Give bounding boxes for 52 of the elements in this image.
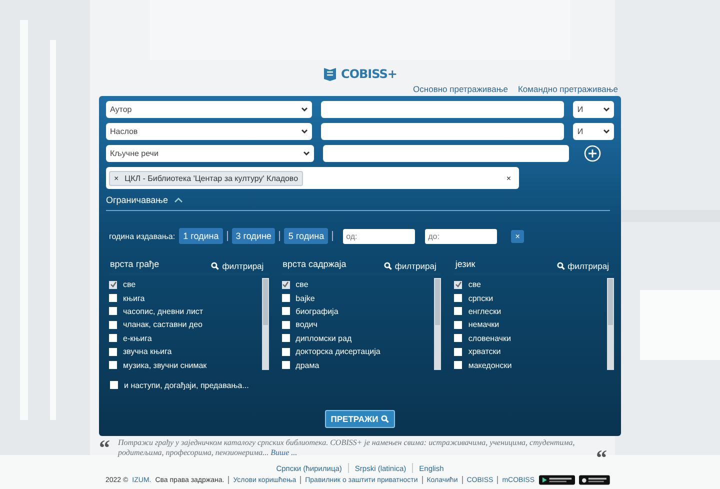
field-select[interactable]: Кључне речи bbox=[106, 145, 314, 162]
option-label: књига bbox=[123, 294, 145, 303]
option-label: словеначки bbox=[468, 334, 511, 343]
option-label: српски bbox=[468, 294, 494, 303]
filter-title: врста грађе bbox=[110, 259, 160, 271]
library-field[interactable]: × ЦКЛ - Библиотека 'Центар за културу' Кладово × bbox=[106, 167, 519, 189]
intro-text: Потражи грађу у заједничком каталогу српских библиотека. COBISS+ је намењен свима: истраживачима, ученицима, студентима, родитељима, професорима, пензионерима... Више ... bbox=[118, 438, 576, 458]
option-label: часопис, дневни лист bbox=[123, 306, 204, 316]
more-link[interactable]: Више ... bbox=[270, 448, 298, 457]
operator-select[interactable]: И bbox=[573, 123, 614, 140]
logo-wordmark: COBISS+ bbox=[341, 67, 397, 81]
option-label: чланак, саставни део bbox=[123, 320, 202, 330]
option-label: звучна књига bbox=[123, 347, 172, 356]
quote-mark: “ bbox=[596, 448, 607, 468]
year-range-button[interactable]: 1 година bbox=[179, 228, 223, 244]
option-label: bajke bbox=[296, 294, 315, 303]
operator-select[interactable]: И bbox=[573, 101, 614, 118]
filter-title: језик bbox=[455, 259, 476, 271]
year-from-field[interactable]: од: bbox=[343, 228, 416, 244]
library-chip: × ЦКЛ - Библиотека 'Центар за културу' Кладово bbox=[109, 170, 304, 186]
clear-years-button[interactable]: × bbox=[511, 230, 524, 242]
option-label: македонски bbox=[468, 360, 512, 370]
option-label: биографија bbox=[296, 306, 338, 316]
quote-mark: “ bbox=[99, 438, 110, 458]
option-label: све bbox=[296, 280, 308, 290]
year-label: година издавања: bbox=[109, 232, 176, 240]
option-label: е-књига bbox=[123, 334, 152, 343]
clear-button[interactable]: × bbox=[506, 174, 511, 182]
search-mode-link[interactable]: Основно претраживање bbox=[413, 84, 508, 94]
filter-title: врста садржаја bbox=[282, 259, 346, 271]
search-mode-link[interactable]: Командно претраживање bbox=[518, 84, 618, 94]
option-label: дипломски рад bbox=[296, 334, 352, 343]
year-to-field[interactable]: до: bbox=[425, 228, 498, 244]
option-label: и наступи, догађаји, предавања... bbox=[124, 380, 249, 390]
option-label: немачки bbox=[468, 320, 500, 330]
option-label: докторска дисертација bbox=[296, 347, 380, 356]
option-label: енглески bbox=[468, 306, 502, 316]
year-range-button[interactable]: 5 година bbox=[284, 228, 328, 244]
filter-link[interactable]: филтрирај bbox=[384, 259, 436, 273]
option-label: све bbox=[123, 280, 136, 290]
year-range-button[interactable]: 3 године bbox=[232, 228, 276, 244]
option-label: музика, звучни снимак bbox=[123, 360, 207, 370]
search-button[interactable]: ПРЕТРАЖИ bbox=[324, 410, 396, 428]
restrict-title: Ограничавање bbox=[106, 195, 168, 205]
option-label: све bbox=[468, 280, 481, 290]
option-label: драма bbox=[296, 360, 320, 370]
field-select[interactable]: Аутор bbox=[106, 101, 312, 118]
filter-link[interactable]: филтрирај bbox=[556, 259, 610, 273]
option-label: водич bbox=[296, 320, 318, 330]
filter-link[interactable]: филтрирај bbox=[211, 259, 264, 273]
field-select[interactable]: Наслов bbox=[106, 123, 312, 140]
option-label: хрватски bbox=[468, 347, 501, 356]
